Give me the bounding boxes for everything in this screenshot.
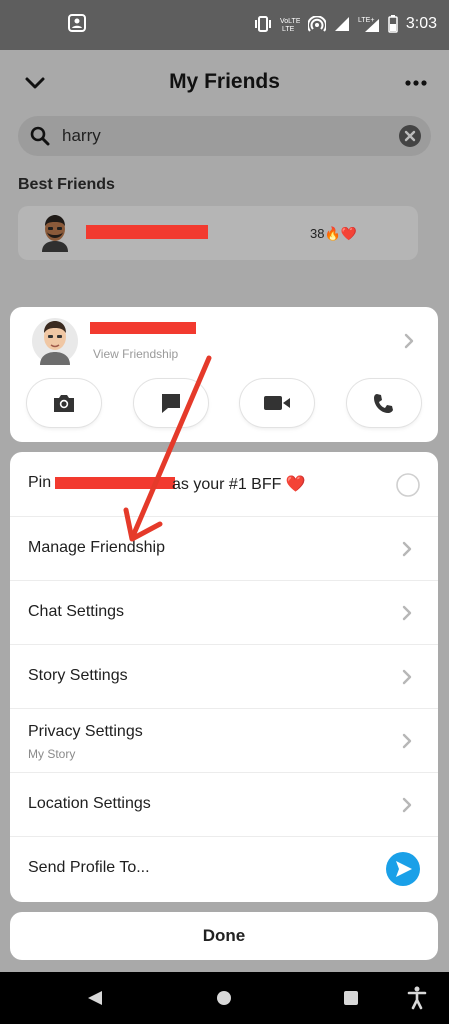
- home-circle-icon[interactable]: [216, 990, 232, 1006]
- svg-text:VoLTE: VoLTE: [280, 18, 300, 25]
- section-label-best-friends: Best Friends: [18, 176, 115, 193]
- best-friend-row[interactable]: 38🔥❤️: [18, 206, 418, 260]
- privacy-settings-sublabel: My Story: [28, 747, 76, 761]
- pin-bff-row[interactable]: Pin as your #1 BFF ❤️: [10, 452, 438, 516]
- location-settings-label: Location Settings: [28, 795, 151, 812]
- chat-icon: [162, 394, 180, 413]
- pin-label-prefix: Pin: [28, 474, 52, 491]
- clear-search-icon[interactable]: [399, 125, 421, 147]
- accessibility-icon[interactable]: [407, 986, 427, 1010]
- search-input[interactable]: harry: [62, 126, 101, 146]
- video-camera-icon: [264, 396, 290, 410]
- view-friendship-link[interactable]: View Friendship: [93, 347, 178, 361]
- send-icon[interactable]: [386, 852, 420, 886]
- svg-text:LTE: LTE: [282, 26, 295, 33]
- redacted-name: [86, 225, 208, 239]
- privacy-settings-label: Privacy Settings: [28, 723, 143, 740]
- location-settings-row[interactable]: Location Settings: [10, 772, 438, 836]
- bitmoji-avatar: [42, 215, 68, 252]
- vibrate-icon: [254, 16, 271, 32]
- more-options-icon[interactable]: [405, 80, 427, 86]
- video-call-button[interactable]: [240, 379, 314, 427]
- done-button[interactable]: Done: [10, 912, 438, 960]
- recents-square-icon[interactable]: [343, 990, 359, 1006]
- send-profile-row[interactable]: Send Profile To...: [10, 836, 438, 900]
- send-profile-label: Send Profile To...: [28, 859, 150, 876]
- manage-friendship-label: Manage Friendship: [28, 539, 165, 556]
- header: My Friends: [0, 50, 449, 116]
- manage-friendship-row[interactable]: Manage Friendship: [10, 516, 438, 580]
- privacy-settings-row[interactable]: Privacy Settings My Story: [10, 708, 438, 772]
- hotspot-icon: [307, 16, 326, 32]
- back-triangle-icon[interactable]: [86, 990, 104, 1006]
- camera-icon: [54, 395, 74, 412]
- svg-text:LTE+: LTE+: [358, 17, 374, 24]
- radio-unchecked-icon[interactable]: [396, 473, 420, 497]
- story-settings-row[interactable]: Story Settings: [10, 644, 438, 708]
- pin-label-suffix: as your #1 BFF ❤️: [172, 476, 306, 493]
- chevron-right-icon: [402, 797, 412, 813]
- page-title: My Friends: [169, 70, 280, 93]
- clock: 3:03: [405, 15, 437, 32]
- battery-icon: [388, 15, 398, 33]
- redacted-name: [55, 477, 175, 489]
- bitmoji-avatar[interactable]: [32, 317, 78, 365]
- redacted-name: [90, 322, 196, 334]
- lte-signal-icon: LTE+: [358, 17, 379, 32]
- chevron-right-icon: [402, 605, 412, 621]
- friend-options-list: Pin as your #1 BFF ❤️ Manage Friendship …: [10, 452, 438, 902]
- voice-call-button[interactable]: [347, 379, 421, 427]
- friend-profile-card: View Friendship: [10, 307, 438, 442]
- volte-icon: VoLTE LTE: [280, 18, 300, 33]
- status-bar: VoLTE LTE LTE+ 3:03: [0, 0, 449, 50]
- signal-icon: [334, 17, 349, 31]
- streak-badge: 38🔥❤️: [310, 226, 357, 241]
- contact-card-icon: [68, 14, 86, 32]
- chevron-right-icon: [402, 733, 412, 749]
- chevron-right-icon: [402, 541, 412, 557]
- search-bar[interactable]: harry: [18, 116, 431, 156]
- chevron-right-icon[interactable]: [402, 333, 416, 349]
- chevron-right-icon: [402, 669, 412, 685]
- system-navigation-bar: [0, 972, 449, 1024]
- chat-button[interactable]: [134, 379, 208, 427]
- chat-settings-label: Chat Settings: [28, 603, 125, 620]
- story-settings-label: Story Settings: [28, 667, 128, 684]
- search-icon: [30, 126, 50, 146]
- chat-settings-row[interactable]: Chat Settings: [10, 580, 438, 644]
- camera-button[interactable]: [27, 379, 101, 427]
- phone-icon: [374, 394, 393, 413]
